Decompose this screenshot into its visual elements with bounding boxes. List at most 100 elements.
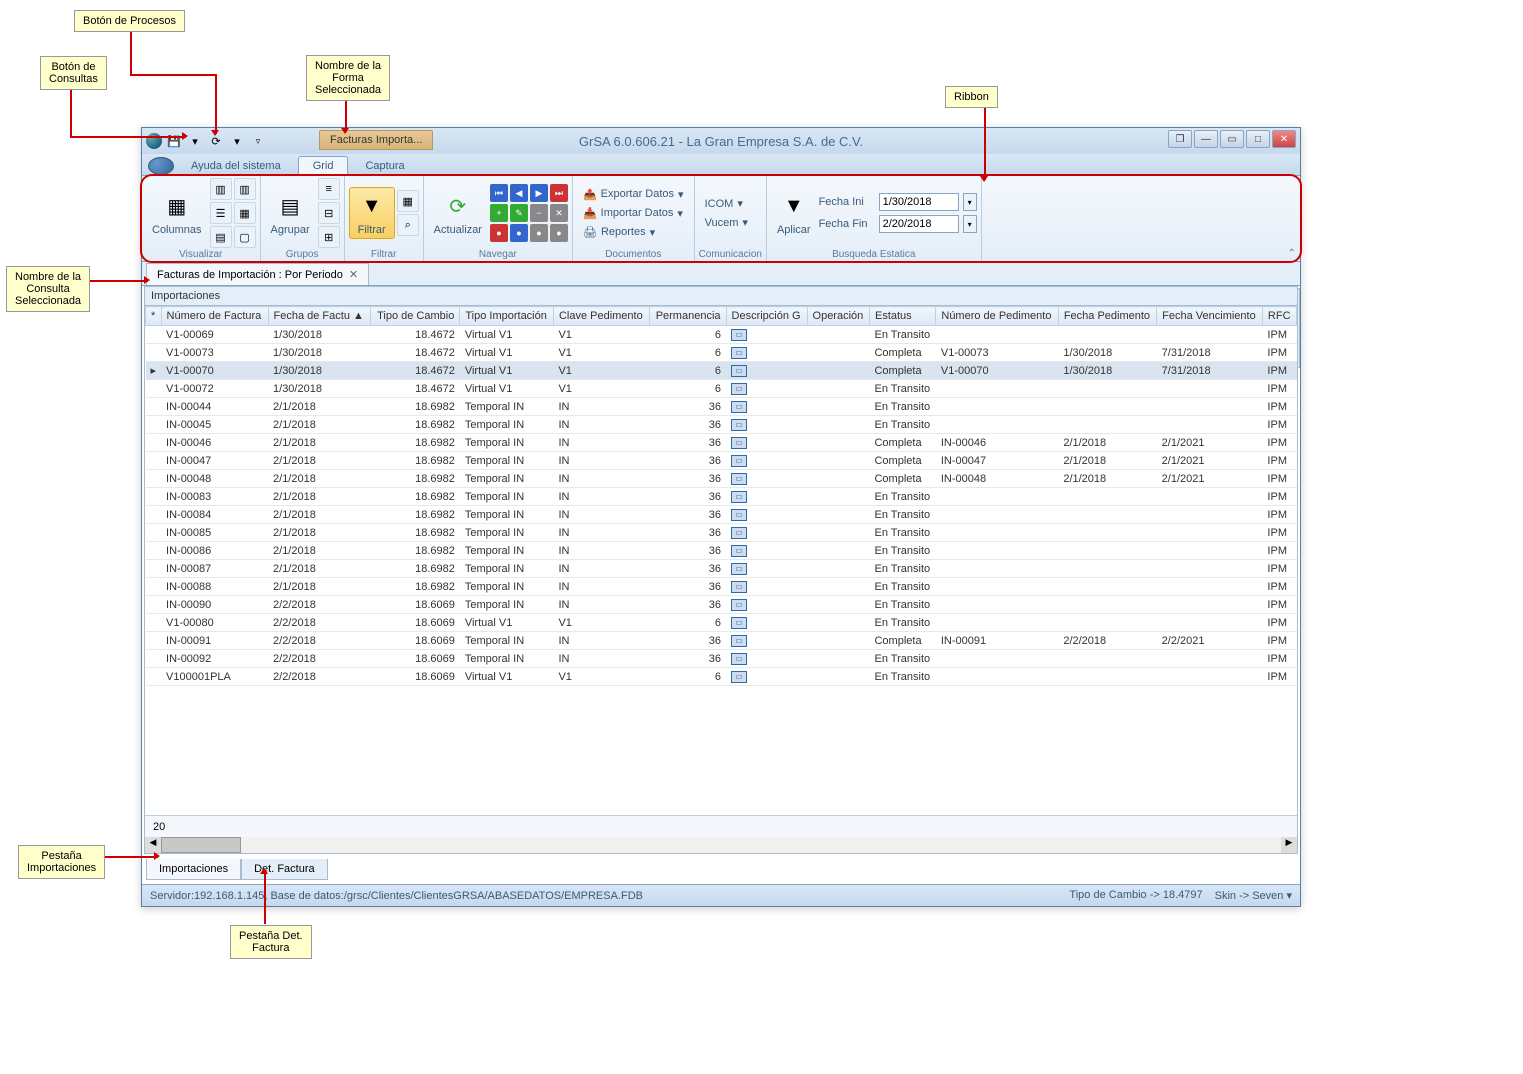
filtrar-button[interactable]: ▼ Filtrar [349,187,395,239]
scroll-thumb[interactable] [161,837,241,853]
view-btn-3[interactable]: ▤ [210,226,232,248]
table-row[interactable]: IN-000842/1/201818.6982Temporal ININ36▭E… [146,506,1297,524]
table-row[interactable]: V100001PLA2/2/201818.6069Virtual V1V16▭E… [146,668,1297,686]
importar-button[interactable]: 📥Importar Datos ▾ [577,205,689,222]
tab-grid[interactable]: Grid [298,156,349,175]
restore-button[interactable]: ▭ [1220,130,1244,148]
table-row[interactable]: IN-000872/1/201818.6982Temporal ININ36▭E… [146,560,1297,578]
memo-icon[interactable]: ▭ [731,491,747,503]
memo-icon[interactable]: ▭ [731,455,747,467]
memo-icon[interactable]: ▭ [731,617,747,629]
table-row[interactable]: IN-000912/2/201818.6069Temporal ININ36▭C… [146,632,1297,650]
col-estatus[interactable]: Estatus [869,307,935,326]
table-row[interactable]: V1-000802/2/201818.6069Virtual V1V16▭En … [146,614,1297,632]
col-operacion[interactable]: Operación [807,307,869,326]
table-row[interactable]: IN-000442/1/201818.6982Temporal ININ36▭E… [146,398,1297,416]
table-row[interactable]: IN-000902/2/201818.6069Temporal ININ36▭E… [146,596,1297,614]
col-fecha-factura[interactable]: Fecha de Factu ▲ [268,307,371,326]
col-tipo-importacion[interactable]: Tipo Importación [460,307,554,326]
nav-next[interactable]: ▶ [530,184,548,202]
table-row[interactable]: V1-000721/30/201818.4672Virtual V1V16▭En… [146,380,1297,398]
vucem-button[interactable]: Vucem ▾ [699,214,754,231]
maximize-button[interactable]: □ [1246,130,1270,148]
memo-icon[interactable]: ▭ [731,599,747,611]
memo-icon[interactable]: ▭ [731,563,747,575]
table-row[interactable]: ▸V1-000701/30/201818.4672Virtual V1V16▭C… [146,362,1297,380]
table-row[interactable]: IN-000882/1/201818.6982Temporal ININ36▭E… [146,578,1297,596]
memo-icon[interactable]: ▭ [731,401,747,413]
group-btn-3[interactable]: ⊞ [318,226,340,248]
icom-button[interactable]: ICOM ▾ [699,195,749,212]
nav-cancel[interactable]: ✕ [550,204,568,222]
nav-del[interactable]: − [530,204,548,222]
table-row[interactable]: V1-000731/30/201818.4672Virtual V1V16▭Co… [146,344,1297,362]
fecha-ini-dropdown[interactable]: ▾ [963,193,977,211]
col-tipo-cambio[interactable]: Tipo de Cambio [371,307,460,326]
filter-btn-2[interactable]: ⌕ [397,214,419,236]
col-rfc[interactable]: RFC [1262,307,1296,326]
nav-edit[interactable]: ✎ [510,204,528,222]
memo-icon[interactable]: ▭ [731,509,747,521]
restore-inner-button[interactable]: ❐ [1168,130,1192,148]
status-skin[interactable]: Skin -> Seven ▾ [1215,889,1292,902]
tab-captura[interactable]: Captura [350,156,419,175]
memo-icon[interactable]: ▭ [731,365,747,377]
view-btn-6[interactable]: ▢ [234,226,256,248]
agrupar-button[interactable]: ▤ Agrupar [265,188,316,238]
memo-icon[interactable]: ▭ [731,383,747,395]
close-button[interactable]: ✕ [1272,130,1296,148]
horizontal-scrollbar[interactable]: ◀ ▶ [145,837,1297,853]
group-btn-1[interactable]: ≡ [318,178,340,200]
nav-add[interactable]: + [490,204,508,222]
nav-prev[interactable]: ◀ [510,184,528,202]
memo-icon[interactable]: ▭ [731,545,747,557]
nav-b2[interactable]: ● [510,224,528,242]
table-row[interactable]: IN-000482/1/201818.6982Temporal ININ36▭C… [146,470,1297,488]
aplicar-button[interactable]: ▼ Aplicar [771,188,817,238]
nav-last[interactable]: ⏭ [550,184,568,202]
view-btn-1[interactable]: ▥ [210,178,232,200]
memo-icon[interactable]: ▭ [731,473,747,485]
col-clave-pedimento[interactable]: Clave Pedimento [553,307,649,326]
fecha-fin-input[interactable] [879,215,959,233]
group-btn-2[interactable]: ⊟ [318,202,340,224]
memo-icon[interactable]: ▭ [731,635,747,647]
tab-ayuda[interactable]: Ayuda del sistema [176,156,296,175]
table-row[interactable]: IN-000862/1/201818.6982Temporal ININ36▭E… [146,542,1297,560]
memo-icon[interactable]: ▭ [731,527,747,539]
memo-icon[interactable]: ▭ [731,347,747,359]
table-row[interactable]: IN-000832/1/201818.6982Temporal ININ36▭E… [146,488,1297,506]
view-btn-2[interactable]: ☰ [210,202,232,224]
col-fecha-pedimento[interactable]: Fecha Pedimento [1058,307,1156,326]
memo-icon[interactable]: ▭ [731,671,747,683]
tab-importaciones[interactable]: Importaciones [146,859,241,880]
close-icon[interactable]: ✕ [349,268,358,281]
table-row[interactable]: IN-000472/1/201818.6982Temporal ININ36▭C… [146,452,1297,470]
fecha-fin-dropdown[interactable]: ▾ [963,215,977,233]
view-btn-4[interactable]: ▥ [234,178,256,200]
minimize-button[interactable]: — [1194,130,1218,148]
table-row[interactable]: IN-000922/2/201818.6069Temporal ININ36▭E… [146,650,1297,668]
fecha-ini-input[interactable] [879,193,959,211]
app-orb-button[interactable] [148,157,174,175]
col-numero-factura[interactable]: Número de Factura [161,307,268,326]
save-icon[interactable]: 💾 [165,132,183,150]
filter-btn-1[interactable]: ▦ [397,190,419,212]
reportes-button[interactable]: 🖨Reportes ▾ [577,224,661,241]
tab-det-factura[interactable]: Det. Factura [241,859,328,880]
qat-customize-icon[interactable]: ▿ [249,132,267,150]
view-btn-5[interactable]: ▦ [234,202,256,224]
memo-icon[interactable]: ▭ [731,329,747,341]
table-row[interactable]: IN-000452/1/201818.6982Temporal ININ36▭E… [146,416,1297,434]
columnas-button[interactable]: ▦ Columnas [146,188,208,238]
doc-tab-active[interactable]: Facturas de Importación : Por Periodo ✕ [146,263,369,285]
memo-icon[interactable]: ▭ [731,419,747,431]
col-fecha-vencimiento[interactable]: Fecha Vencimiento [1157,307,1263,326]
nav-b3[interactable]: ● [530,224,548,242]
grid-scroll[interactable]: * Número de Factura Fecha de Factu ▲ Tip… [145,306,1297,815]
dropdown-icon[interactable]: ▾ [228,132,246,150]
col-indicator[interactable]: * [146,307,162,326]
memo-icon[interactable]: ▭ [731,437,747,449]
nav-b1[interactable]: ● [490,224,508,242]
table-row[interactable]: IN-000462/1/201818.6982Temporal ININ36▭C… [146,434,1297,452]
